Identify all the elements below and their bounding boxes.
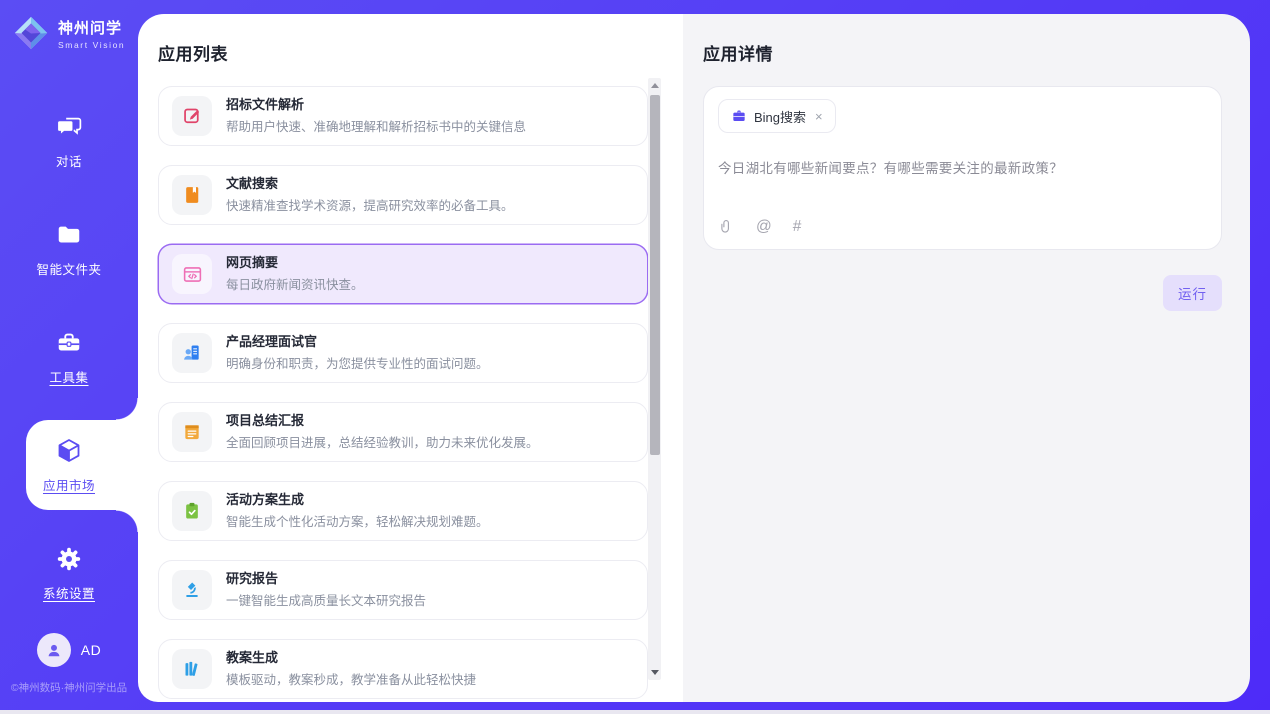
user-icon	[44, 640, 64, 660]
app-list-title: 应用列表	[158, 40, 683, 65]
app-card-text: 网页摘要 每日政府新闻资讯快查。	[226, 255, 364, 294]
app-card-text: 项目总结汇报 全面回顾项目进展，总结经验教训，助力未来优化发展。	[226, 413, 539, 452]
folder-icon	[54, 220, 84, 250]
browser-code-icon	[172, 254, 212, 294]
tool-tag-bing-search[interactable]: Bing搜索 ×	[718, 99, 836, 133]
sidebar: 神州问学 Smart Vision 对话	[0, 0, 138, 702]
query-card[interactable]: Bing搜索 × 今日湖北有哪些新闻要点？有哪些需要关注的最新政策？ @ #	[703, 86, 1222, 250]
app-detail-title: 应用详情	[703, 40, 1222, 65]
gear-icon	[54, 544, 84, 574]
books-icon	[172, 649, 212, 689]
app-card-desc: 智能生成个性化活动方案，轻松解决规划难题。	[226, 511, 489, 530]
app-card-literature-search[interactable]: 文献搜索 快速精准查找学术资源，提高研究效率的必备工具。	[158, 165, 648, 225]
brand-name: 神州问学	[58, 17, 125, 38]
brand-logo: 神州问学 Smart Vision	[0, 0, 138, 52]
app-card-web-summary[interactable]: 网页摘要 每日政府新闻资讯快查。	[158, 244, 648, 304]
diamond-logo-icon	[12, 14, 50, 52]
hash-icon[interactable]: #	[793, 219, 802, 235]
scrollbar[interactable]	[648, 78, 661, 680]
sidebar-item-settings[interactable]: 系统设置	[0, 531, 138, 615]
sidebar-item-chat[interactable]: 对话	[0, 99, 138, 183]
scroll-up-arrow-icon[interactable]	[651, 83, 659, 88]
cube-icon	[54, 436, 84, 466]
app-window: 神州问学 Smart Vision 对话	[0, 0, 1270, 714]
toolbox-icon	[54, 328, 84, 358]
note-icon	[172, 412, 212, 452]
book-icon	[172, 175, 212, 215]
sidebar-item-label: 系统设置	[43, 583, 95, 602]
main-content: 应用列表 招标文件解析 帮助用户快速、准确地理解和解析招标书中的关键信息	[138, 14, 1250, 702]
app-card-desc: 每日政府新闻资讯快查。	[226, 274, 364, 293]
microscope-icon	[172, 570, 212, 610]
app-detail-panel: 应用详情 Bing搜索 × 今日湖北有哪些新闻要点？有哪些需要关注的最新政策？	[683, 14, 1250, 702]
sidebar-item-label: 对话	[56, 151, 82, 170]
app-card-desc: 快速精准查找学术资源，提高研究效率的必备工具。	[226, 195, 514, 214]
app-card-desc: 帮助用户快速、准确地理解和解析招标书中的关键信息	[226, 116, 526, 135]
sidebar-item-smart-folders[interactable]: 智能文件夹	[0, 207, 138, 291]
app-card-text: 活动方案生成 智能生成个性化活动方案，轻松解决规划难题。	[226, 492, 489, 531]
app-card-project-summary[interactable]: 项目总结汇报 全面回顾项目进展，总结经验教训，助力未来优化发展。	[158, 402, 648, 462]
copyright-footer: ©神州数码·神州问学出品	[0, 680, 138, 702]
attachment-toolbar: @ #	[718, 218, 801, 235]
avatar[interactable]	[37, 633, 71, 667]
paperclip-icon[interactable]	[718, 218, 735, 235]
app-card-title: 网页摘要	[226, 255, 364, 272]
app-card-title: 研究报告	[226, 571, 426, 588]
app-card-title: 招标文件解析	[226, 97, 526, 114]
at-icon[interactable]: @	[756, 219, 772, 235]
app-card-desc: 全面回顾项目进展，总结经验教训，助力未来优化发展。	[226, 432, 539, 451]
user-row: AD	[0, 633, 138, 667]
app-list-panel: 应用列表 招标文件解析 帮助用户快速、准确地理解和解析招标书中的关键信息	[138, 14, 683, 702]
chat-icon	[54, 112, 84, 142]
bottom-edge	[0, 710, 1270, 714]
app-card-pm-interviewer[interactable]: 产品经理面试官 明确身份和职责，为您提供专业性的面试问题。	[158, 323, 648, 383]
sidebar-item-toolset[interactable]: 工具集	[0, 315, 138, 399]
app-card-event-plan[interactable]: 活动方案生成 智能生成个性化活动方案，轻松解决规划难题。	[158, 481, 648, 541]
sidebar-bottom: AD ©神州数码·神州问学出品	[0, 633, 138, 702]
brand-text: 神州问学 Smart Vision	[58, 17, 125, 50]
scrollbar-thumb[interactable]	[650, 95, 660, 455]
sidebar-item-label: 智能文件夹	[36, 259, 101, 278]
brand-subtitle: Smart Vision	[58, 40, 125, 50]
app-card-text: 研究报告 一键智能生成高质量长文本研究报告	[226, 571, 426, 610]
sidebar-item-label: 工具集	[49, 367, 88, 386]
app-card-title: 产品经理面试官	[226, 334, 489, 351]
pen-square-icon	[172, 96, 212, 136]
query-input[interactable]: 今日湖北有哪些新闻要点？有哪些需要关注的最新政策？	[718, 157, 1063, 177]
run-button[interactable]: 运行	[1163, 275, 1222, 311]
sidebar-item-app-market[interactable]: 应用市场	[0, 423, 138, 507]
app-card-text: 招标文件解析 帮助用户快速、准确地理解和解析招标书中的关键信息	[226, 97, 526, 136]
app-card-title: 文献搜索	[226, 176, 514, 193]
app-card-text: 教案生成 模板驱动，教案秒成，教学准备从此轻松快捷	[226, 650, 476, 689]
briefcase-icon	[731, 108, 747, 124]
sidebar-nav: 对话 智能文件夹	[0, 99, 138, 615]
app-card-desc: 模板驱动，教案秒成，教学准备从此轻松快捷	[226, 669, 476, 688]
close-icon[interactable]: ×	[815, 109, 823, 124]
clipboard-user-icon	[172, 333, 212, 373]
app-card-title: 教案生成	[226, 650, 476, 667]
app-card-research-report[interactable]: 研究报告 一键智能生成高质量长文本研究报告	[158, 560, 648, 620]
app-card-list: 招标文件解析 帮助用户快速、准确地理解和解析招标书中的关键信息 文献搜索 快速精…	[158, 86, 648, 699]
clipboard-check-icon	[172, 491, 212, 531]
app-card-desc: 一键智能生成高质量长文本研究报告	[226, 590, 426, 609]
app-card-bid-parse[interactable]: 招标文件解析 帮助用户快速、准确地理解和解析招标书中的关键信息	[158, 86, 648, 146]
user-initials: AD	[81, 642, 101, 658]
tool-tag-label: Bing搜索	[754, 107, 806, 126]
app-card-title: 项目总结汇报	[226, 413, 539, 430]
app-card-text: 文献搜索 快速精准查找学术资源，提高研究效率的必备工具。	[226, 176, 514, 215]
app-card-lesson-plan[interactable]: 教案生成 模板驱动，教案秒成，教学准备从此轻松快捷	[158, 639, 648, 699]
app-card-text: 产品经理面试官 明确身份和职责，为您提供专业性的面试问题。	[226, 334, 489, 373]
sidebar-item-label: 应用市场	[43, 475, 95, 494]
scroll-down-arrow-icon[interactable]	[651, 670, 659, 675]
app-card-title: 活动方案生成	[226, 492, 489, 509]
app-card-desc: 明确身份和职责，为您提供专业性的面试问题。	[226, 353, 489, 372]
